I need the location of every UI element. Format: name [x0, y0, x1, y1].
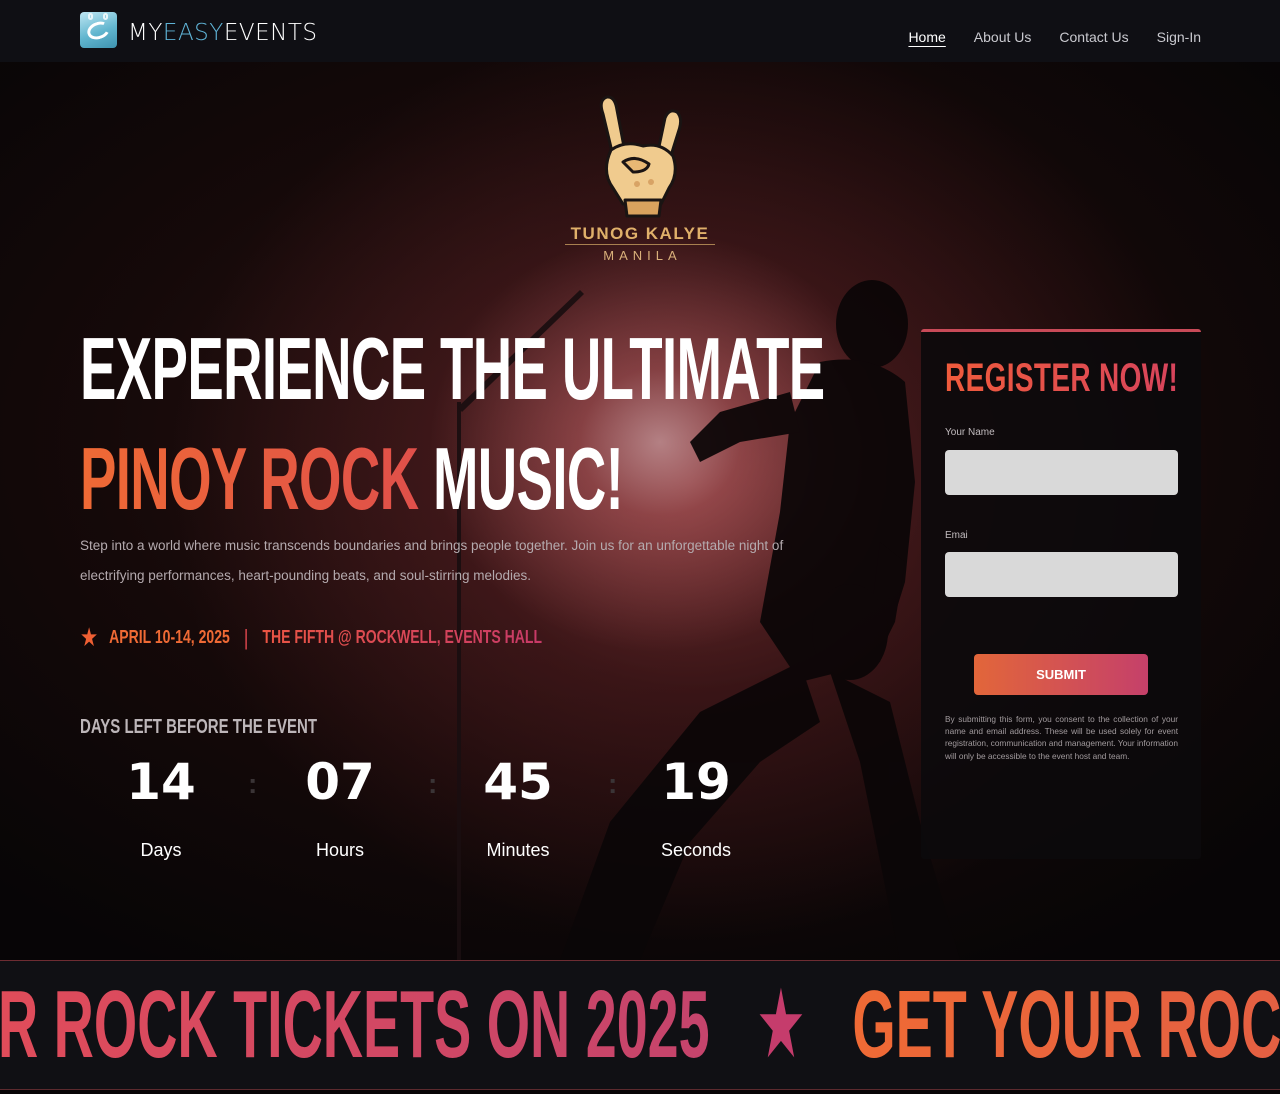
countdown-label: Seconds [660, 840, 732, 860]
marquee-text: GET YOUR ROCK T [852, 971, 1280, 1078]
countdown-value: 14 [126, 753, 196, 811]
event-venue: THE FIFTH @ ROCKWELL, EVENTS HALL [262, 627, 543, 647]
countdown-heading: DAYS LEFT BEFORE THE EVENT [80, 716, 317, 738]
event-date: APRIL 10-14, 2025 [109, 627, 230, 647]
nav-link-about[interactable]: About Us [974, 29, 1032, 45]
name-input[interactable] [945, 450, 1178, 495]
email-field-label: Emai [945, 530, 968, 541]
badge-divider [565, 244, 715, 245]
countdown-label: Hours [315, 840, 364, 860]
nav-links: Home About Us Contact Us Sign-In [908, 29, 1201, 45]
event-info: ★ APRIL 10-14, 2025 | THE FIFTH @ ROCKWE… [80, 622, 542, 653]
countdown-colon: : [428, 768, 438, 799]
countdown-label: Minutes [486, 840, 550, 860]
logo-wordmark: MYEASYEVENTS [128, 20, 318, 46]
hero-headline-line2: PINOY ROCK MUSIC! [80, 428, 624, 530]
register-title: REGISTER NOW! [945, 356, 1179, 400]
tickets-marquee: R ROCK TICKETS ON 2025 ★ GET YOUR ROCK T [0, 960, 1280, 1090]
countdown-minutes: 45 Minutes [458, 752, 578, 861]
nav-link-signin[interactable]: Sign-In [1157, 29, 1201, 45]
hero-headline-line1: EXPERIENCE THE ULTIMATE [80, 319, 825, 418]
nav-link-home[interactable]: Home [908, 29, 945, 45]
countdown-value: 07 [305, 753, 375, 811]
rock-hand-icon [599, 95, 683, 218]
event-separator: | [243, 624, 249, 650]
name-field-label: Your Name [945, 427, 995, 438]
badge-subtitle: MANILA [603, 248, 682, 263]
email-input[interactable] [945, 552, 1178, 597]
countdown-value: 19 [661, 753, 731, 811]
countdown-colon: : [248, 768, 258, 799]
star-icon: ★ [756, 971, 806, 1078]
countdown-value: 45 [483, 753, 553, 811]
calendar-logo-icon [80, 12, 117, 48]
register-form-panel: REGISTER NOW! Your Name Emai SUBMIT By s… [921, 329, 1201, 859]
countdown-label: Days [140, 840, 182, 860]
submit-button[interactable]: SUBMIT [974, 654, 1148, 695]
top-navbar: MYEASYEVENTS Home About Us Contact Us Si… [0, 0, 1280, 62]
tunog-kalye-badge: TUNOG KALYE MANILA [565, 92, 715, 263]
countdown-hours: 07 Hours [280, 752, 400, 861]
countdown-seconds: 19 Seconds [636, 752, 756, 861]
nav-link-contact[interactable]: Contact Us [1059, 29, 1128, 45]
marquee-text: R ROCK TICKETS ON 2025 [0, 971, 710, 1078]
hero-intro-text: Step into a world where music transcends… [80, 538, 784, 583]
headline-rest: MUSIC! [432, 429, 624, 528]
site-logo[interactable]: MYEASYEVENTS [80, 12, 317, 48]
consent-text: By submitting this form, you consent to … [945, 714, 1178, 761]
countdown-days: 14 Days [101, 752, 221, 861]
countdown-colon: : [608, 768, 618, 799]
star-icon: ★ [80, 622, 99, 652]
headline-highlight: PINOY ROCK [80, 429, 419, 528]
badge-title: TUNOG KALYE [570, 224, 710, 243]
marquee-track: R ROCK TICKETS ON 2025★GET YOUR ROCK T [0, 975, 1280, 1075]
